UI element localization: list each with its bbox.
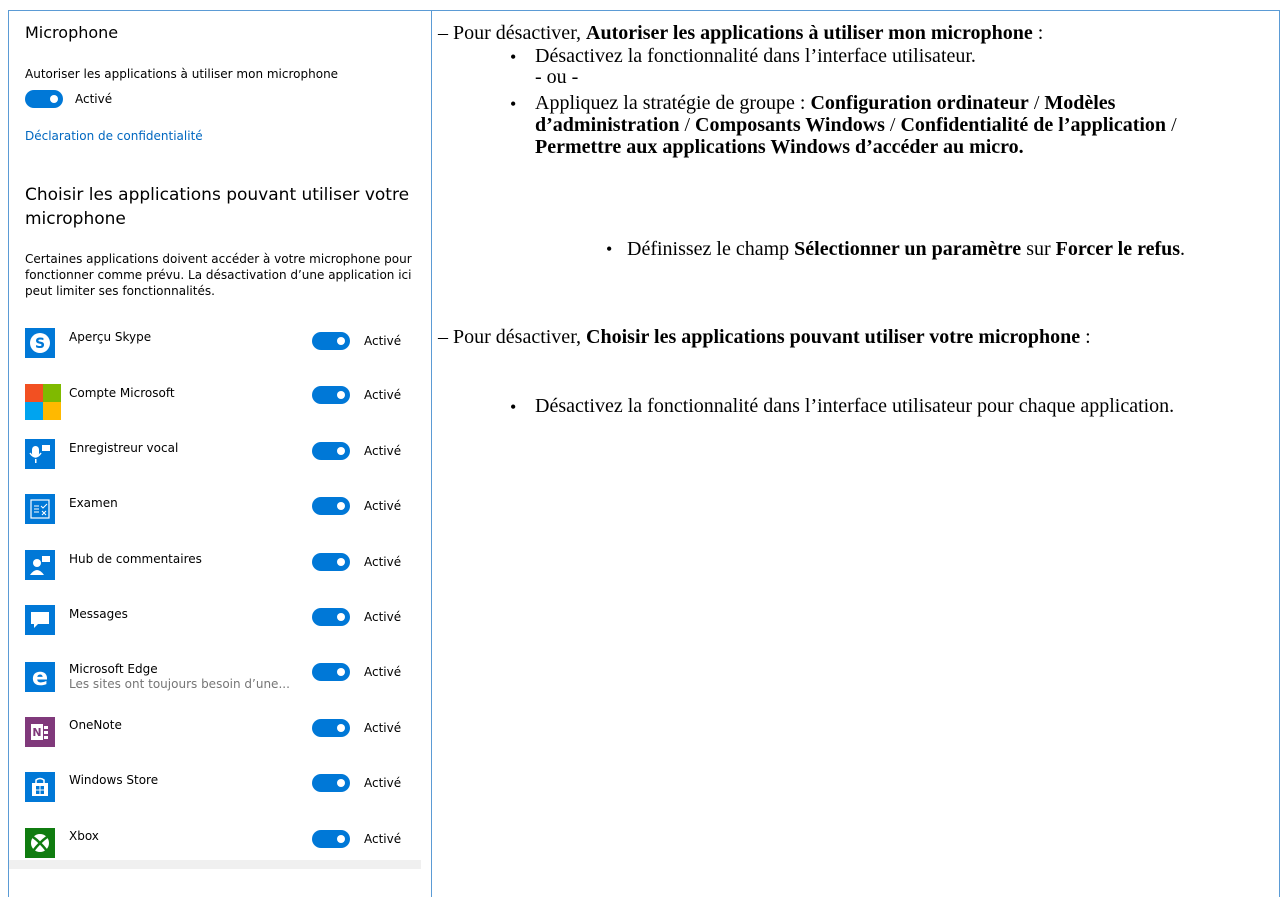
p1-setting: Autoriser les applications à utiliser mo… xyxy=(586,22,1033,44)
paragraph-2: – Pour désactiver, Choisir les applicati… xyxy=(438,326,1198,348)
bullet: • xyxy=(510,94,517,114)
bullet: • xyxy=(510,47,517,67)
allow-apps-label: Autoriser les applications à utiliser mo… xyxy=(25,67,339,81)
feedback-hub-icon xyxy=(25,550,55,580)
app-state: Activé xyxy=(364,444,402,458)
p1-intro: – Pour désactiver, xyxy=(438,22,587,44)
p1-end: : xyxy=(1032,22,1044,44)
policy-intro: Appliquez la stratégie de groupe : xyxy=(535,92,811,114)
p2-setting: Choisir les applications pouvant utilise… xyxy=(586,326,1081,348)
skype-icon: S xyxy=(25,328,55,358)
app-state: Activé xyxy=(364,665,402,679)
app-state: Activé xyxy=(364,776,402,790)
app-toggle-feedback-hub[interactable] xyxy=(312,553,350,571)
xbox-icon xyxy=(25,828,55,858)
microsoft-logo-icon xyxy=(25,384,61,420)
page-title: Microphone xyxy=(25,23,119,42)
or-separator: - ou - xyxy=(535,66,579,88)
policy-path-3: Composants Windows xyxy=(695,114,885,136)
edge-icon: e xyxy=(25,662,55,692)
app-toggle-windows-store[interactable] xyxy=(312,774,350,792)
bullet-ui: Désactivez la fonctionnalité dans l’inte… xyxy=(535,45,976,67)
policy-path-1: Configuration ordinateur xyxy=(810,92,1029,114)
app-name: Hub de commentaires xyxy=(69,552,202,566)
bullet-group-policy: Appliquez la stratégie de groupe : Confi… xyxy=(535,92,1230,158)
app-toggle-onenote[interactable] xyxy=(312,719,350,737)
paragraph-1: – Pour désactiver, Autoriser les applica… xyxy=(438,22,1278,44)
p2-intro: – Pour désactiver, xyxy=(438,326,587,348)
app-toggle-microsoft-account[interactable] xyxy=(312,386,350,404)
store-icon xyxy=(25,772,55,802)
app-toggle-xbox[interactable] xyxy=(312,830,350,848)
settings-panel: Microphone Autoriser les applications à … xyxy=(9,11,431,897)
app-name: Messages xyxy=(69,607,128,621)
app-state: Activé xyxy=(364,388,402,402)
path-separator: / xyxy=(679,114,696,136)
path-separator: / xyxy=(1028,92,1045,114)
setting-intro: Définissez le champ xyxy=(627,238,795,260)
choose-apps-description: Certaines applications doivent accéder à… xyxy=(25,252,412,298)
app-name: Microsoft Edge xyxy=(69,662,158,676)
allow-apps-toggle[interactable] xyxy=(25,90,63,108)
app-toggle-exam[interactable] xyxy=(312,497,350,515)
app-subtitle: Les sites ont toujours besoin d’une... xyxy=(69,677,290,691)
svg-text:N: N xyxy=(32,726,41,739)
allow-apps-state: Activé xyxy=(75,92,113,106)
app-state: Activé xyxy=(364,832,402,846)
app-toggle-messages[interactable] xyxy=(312,608,350,626)
column-divider xyxy=(431,10,432,897)
onenote-icon: N xyxy=(25,717,55,747)
svg-text:S: S xyxy=(35,336,45,352)
setting-value: Forcer le refus xyxy=(1055,238,1181,260)
path-separator: / xyxy=(884,114,901,136)
app-name: Aperçu Skype xyxy=(69,330,152,344)
setting-end: . xyxy=(1180,238,1186,260)
app-state: Activé xyxy=(364,721,402,735)
app-name: Windows Store xyxy=(69,773,159,787)
voice-recorder-icon xyxy=(25,439,55,469)
policy-path-5: Permettre aux applications Windows d’acc… xyxy=(535,136,1024,158)
app-state: Activé xyxy=(364,499,402,513)
app-name: Compte Microsoft xyxy=(69,386,175,400)
setting-field: Sélectionner un paramètre xyxy=(794,238,1022,260)
bullet-per-app: Désactivez la fonctionnalité dans l’inte… xyxy=(535,395,1175,417)
app-toggle-edge[interactable] xyxy=(312,663,350,681)
app-name: Xbox xyxy=(69,829,99,843)
app-name: OneNote xyxy=(69,718,122,732)
app-name: Examen xyxy=(69,496,118,510)
app-state: Activé xyxy=(364,334,402,348)
app-toggle-voice-recorder[interactable] xyxy=(312,442,350,460)
setting-on: sur xyxy=(1021,238,1056,260)
bullet-setting: Définissez le champ Sélectionner un para… xyxy=(627,238,1277,260)
choose-apps-heading: Choisir les applications pouvant utilise… xyxy=(25,185,410,229)
privacy-statement-link[interactable]: Déclaration de confidentialité xyxy=(25,129,203,143)
p2-end: : xyxy=(1080,326,1091,348)
bullet: • xyxy=(606,239,613,259)
app-state: Activé xyxy=(364,610,402,624)
messages-icon xyxy=(25,605,55,635)
list-bottom-bar xyxy=(9,860,421,869)
app-state: Activé xyxy=(364,555,402,569)
app-name: Enregistreur vocal xyxy=(69,441,179,455)
policy-path-4: Confidentialité de l’application xyxy=(900,114,1167,136)
app-toggle-skype[interactable] xyxy=(312,332,350,350)
bullet: • xyxy=(510,397,517,417)
path-separator: / xyxy=(1166,114,1177,136)
exam-icon xyxy=(25,494,55,524)
